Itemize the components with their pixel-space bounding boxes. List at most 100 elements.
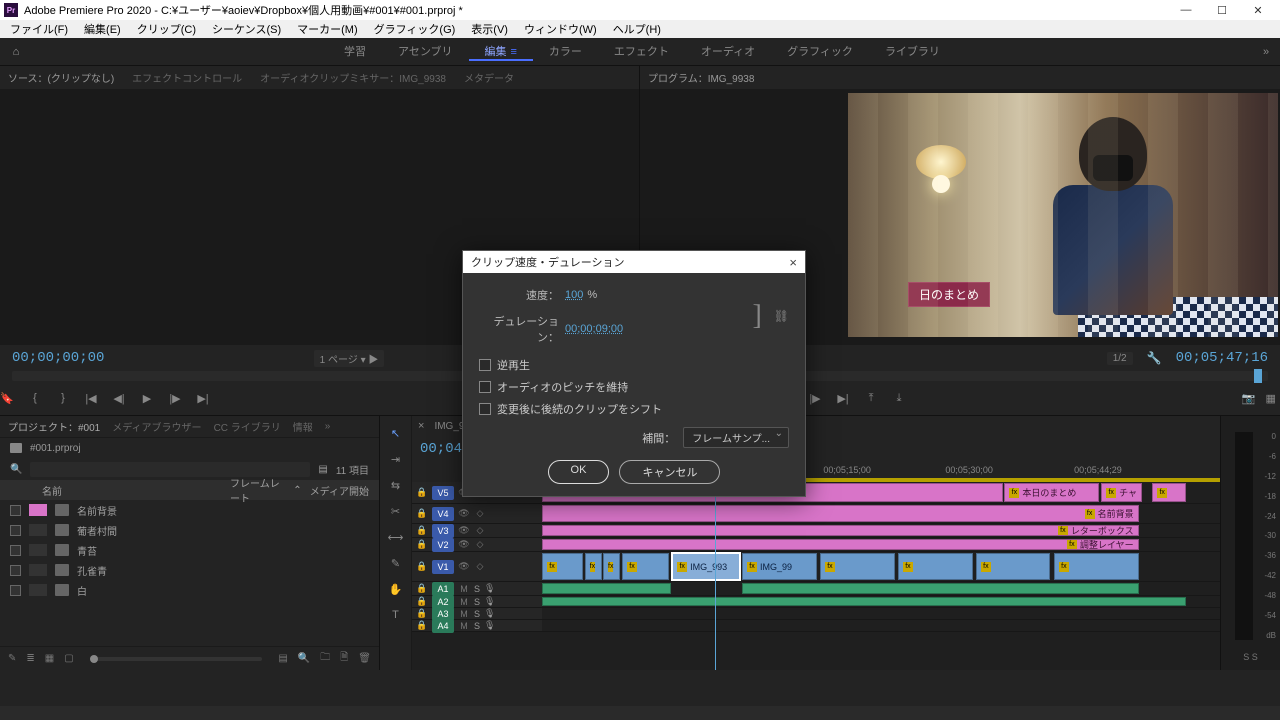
track-label-v2[interactable]: V2 <box>432 538 454 552</box>
prog-lift-icon[interactable]: ⤒ <box>864 391 878 405</box>
prog-export-frame-icon[interactable]: 📷 <box>1242 391 1256 405</box>
interp-dropdown[interactable]: フレームサンプ... <box>683 427 789 448</box>
proj-tab-cclib[interactable]: CC ライブラリ <box>214 419 281 434</box>
audio-clip[interactable] <box>542 583 671 594</box>
col-name[interactable]: 名前 <box>42 483 222 498</box>
source-timecode[interactable]: 00;00;00;00 <box>12 350 104 366</box>
link-icon[interactable]: ⛓ <box>774 309 789 323</box>
trash-icon[interactable]: 🗑 <box>358 653 371 664</box>
prog-compare-icon[interactable]: ▦ <box>1265 391 1275 405</box>
ws-tab-effects[interactable]: エフェクト <box>598 43 685 61</box>
clip[interactable]: fxレターボックス <box>542 525 1139 536</box>
ripple-tool-icon[interactable]: ⇆ <box>387 476 405 494</box>
prog-extract-icon[interactable]: ⤓ <box>892 391 906 405</box>
ws-tab-graphics[interactable]: グラフィック <box>771 43 869 61</box>
clip[interactable]: fx <box>820 553 895 580</box>
clip[interactable]: fx <box>542 553 583 580</box>
timeline-close-tab[interactable]: × <box>418 420 424 432</box>
src-tab-source[interactable]: ソース：(クリップなし) <box>8 70 114 85</box>
timeline-playhead[interactable] <box>715 482 716 670</box>
clip[interactable]: fx <box>585 553 602 580</box>
window-maximize[interactable]: ☐ <box>1204 0 1240 20</box>
track-label-a1[interactable]: A1 <box>432 582 454 596</box>
clip[interactable]: fx <box>898 553 973 580</box>
slip-tool-icon[interactable]: ⟷ <box>387 528 405 546</box>
src-play-icon[interactable]: ▶ <box>140 391 154 405</box>
clip[interactable]: fx <box>1054 553 1139 580</box>
proj-tab-project[interactable]: プロジェクト：#001 <box>8 419 100 434</box>
menu-file[interactable]: ファイル(F) <box>2 21 76 37</box>
src-tab-audioclip[interactable]: オーディオクリップミキサー：IMG_9938 <box>260 70 446 85</box>
src-tab-metadata[interactable]: メタデータ <box>464 70 514 85</box>
hand-tool-icon[interactable]: ✋ <box>387 580 405 598</box>
pen-tool-icon[interactable]: ✎ <box>387 554 405 572</box>
clip[interactable]: fx <box>603 553 620 580</box>
track-label-a4[interactable]: A4 <box>432 619 454 633</box>
clip[interactable]: fxチャ <box>1101 483 1142 502</box>
clip[interactable]: fx名前背景 <box>542 505 1139 522</box>
list-item[interactable]: 名前背景 <box>0 500 379 520</box>
program-timecode[interactable]: 00;05;47;16 <box>1176 350 1268 366</box>
list-item[interactable]: 白 <box>0 580 379 600</box>
list-item[interactable]: 葡者村間 <box>0 520 379 540</box>
clip[interactable]: fx <box>976 553 1051 580</box>
prog-wrench-icon[interactable]: 🔧 <box>1147 351 1162 365</box>
row-checkbox[interactable] <box>10 585 21 596</box>
row-checkbox[interactable] <box>10 525 21 536</box>
find-icon[interactable]: 🔍 <box>298 653 310 664</box>
proj-tab-media[interactable]: メディアブラウザー <box>112 419 201 434</box>
clip[interactable]: fx <box>622 553 669 580</box>
program-zoom-dd[interactable]: 1/2 <box>1107 352 1133 365</box>
cancel-button[interactable]: キャンセル <box>619 460 720 484</box>
src-in-icon[interactable]: { <box>28 391 42 405</box>
ws-tab-edit[interactable]: 編集≡ <box>469 43 533 61</box>
selection-tool-icon[interactable]: ↖ <box>387 424 405 442</box>
src-out-icon[interactable]: } <box>56 391 70 405</box>
proj-tab-info[interactable]: 情報 <box>293 419 313 434</box>
freeform-view-icon[interactable]: ▢ <box>64 653 73 664</box>
track-label-v4[interactable]: V4 <box>432 507 454 521</box>
ws-more[interactable]: » <box>1252 46 1280 58</box>
src-step-back-icon[interactable]: ◀| <box>112 391 126 405</box>
track-label-v3[interactable]: V3 <box>432 524 454 538</box>
duration-input[interactable]: 00;00;09;00 <box>565 323 623 335</box>
ws-tab-assembly[interactable]: アセンブリ <box>382 43 468 61</box>
type-tool-icon[interactable]: T <box>387 606 405 624</box>
row-checkbox[interactable] <box>10 565 21 576</box>
icon-view-icon[interactable]: ▦ <box>45 653 54 664</box>
track-label-v5[interactable]: V5 <box>432 486 454 500</box>
reverse-checkbox[interactable] <box>479 359 491 371</box>
ws-tab-audio[interactable]: オーディオ <box>685 43 771 61</box>
ws-tab-learn[interactable]: 学習 <box>328 43 382 61</box>
src-step-fwd-icon[interactable]: |▶ <box>168 391 182 405</box>
pitch-checkbox[interactable] <box>479 381 491 393</box>
list-item[interactable]: 孔雀青 <box>0 560 379 580</box>
menu-view[interactable]: 表示(V) <box>463 21 516 37</box>
track-label-v1[interactable]: V1 <box>432 560 454 574</box>
new-item2-icon[interactable]: 🗎 <box>340 650 348 667</box>
source-page-dd[interactable]: 1 ページ ▾ ▶ <box>314 350 385 367</box>
ws-tab-color[interactable]: カラー <box>533 43 598 61</box>
clip[interactable]: fx調整レイヤー <box>542 539 1139 550</box>
src-marker-icon[interactable]: 🔖 <box>0 391 14 405</box>
src-tab-effectctrl[interactable]: エフェクトコントロール <box>132 70 242 85</box>
prog-goto-out-icon[interactable]: ▶| <box>836 391 850 405</box>
menu-window[interactable]: ウィンドウ(W) <box>516 21 605 37</box>
proj-tab-more[interactable]: » <box>325 421 331 432</box>
prog-step-fwd-icon[interactable]: |▶ <box>808 391 822 405</box>
prog-tab[interactable]: プログラム：IMG_9938 <box>648 70 754 85</box>
row-checkbox[interactable] <box>10 505 21 516</box>
new-bin-icon[interactable]: 🗀 <box>320 650 330 667</box>
row-checkbox[interactable] <box>10 545 21 556</box>
dialog-close-icon[interactable]: × <box>789 255 797 270</box>
new-item-icon[interactable]: ✎ <box>8 653 16 664</box>
ok-button[interactable]: OK <box>548 460 610 484</box>
razor-tool-icon[interactable]: ✂ <box>387 502 405 520</box>
track-select-tool-icon[interactable]: ⇥ <box>387 450 405 468</box>
menu-clip[interactable]: クリップ(C) <box>129 21 204 37</box>
menu-marker[interactable]: マーカー(M) <box>289 21 366 37</box>
menu-graphics[interactable]: グラフィック(G) <box>366 21 464 37</box>
list-item[interactable]: 青苔 <box>0 540 379 560</box>
col-media-start[interactable]: メディア開始 <box>310 483 369 498</box>
project-funnel-icon[interactable]: ▤ <box>318 464 327 475</box>
